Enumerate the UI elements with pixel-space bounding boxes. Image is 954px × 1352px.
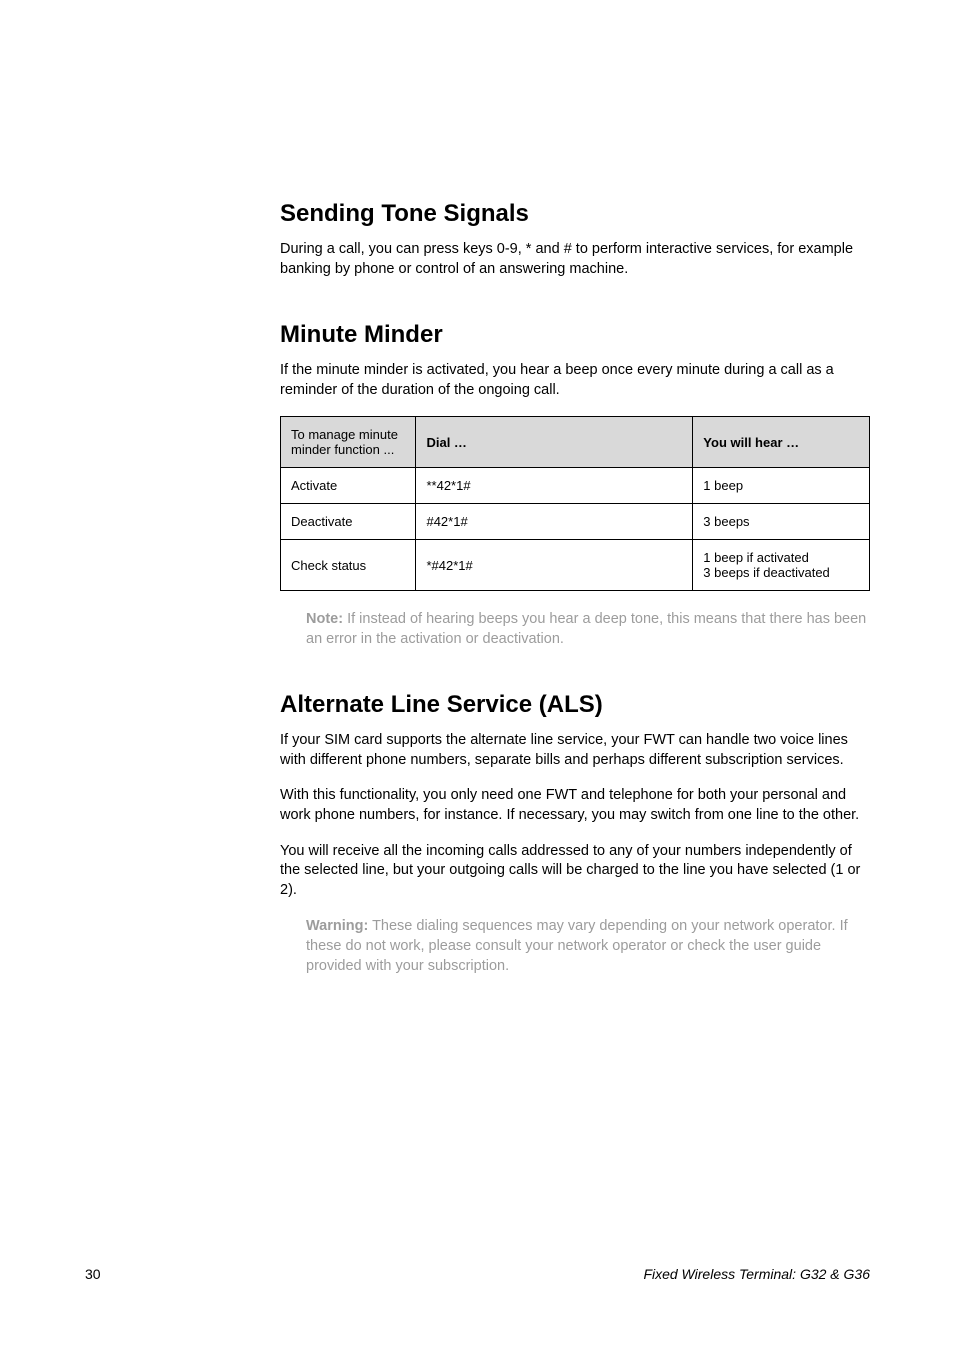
footer-title: Fixed Wireless Terminal: G32 & G36	[643, 1266, 870, 1282]
note-label: Note:	[306, 611, 343, 627]
cell-check-status-dial: *#42*1#	[416, 540, 693, 591]
footer: 30 Fixed Wireless Terminal: G32 & G36	[85, 1266, 870, 1282]
warning-label: Warning:	[306, 918, 368, 934]
cell-deactivate-dial: #42*1#	[416, 504, 693, 540]
cell-activate-hear: 1 beep	[693, 468, 870, 504]
heading-sending-tone-signals: Sending Tone Signals	[280, 200, 870, 228]
table-row: Deactivate #42*1# 3 beeps	[281, 504, 870, 540]
para-als-3: You will receive all the incoming calls …	[280, 842, 870, 901]
table-header-col1: To manage minute minder function ...	[281, 417, 416, 468]
table-row: Check status *#42*1# 1 beep if activated…	[281, 540, 870, 591]
para-sending-tone-signals: During a call, you can press keys 0-9, *…	[280, 240, 870, 279]
cell-activate-label: Activate	[281, 468, 416, 504]
warning-als: Warning: These dialing sequences may var…	[306, 916, 870, 976]
para-als-2: With this functionality, you only need o…	[280, 786, 870, 825]
heading-minute-minder: Minute Minder	[280, 321, 870, 349]
cell-activate-dial: **42*1#	[416, 468, 693, 504]
para-minute-minder: If the minute minder is activated, you h…	[280, 361, 870, 400]
note-minute-minder: Note: If instead of hearing beeps you he…	[306, 609, 870, 649]
cell-deactivate-label: Deactivate	[281, 504, 416, 540]
table-header-col3: You will hear …	[693, 417, 870, 468]
cell-deactivate-hear: 3 beeps	[693, 504, 870, 540]
heading-als: Alternate Line Service (ALS)	[280, 691, 870, 719]
table-minute-minder: To manage minute minder function ... Dia…	[280, 416, 870, 591]
table-header-col2: Dial …	[416, 417, 693, 468]
warning-text: These dialing sequences may vary dependi…	[306, 918, 848, 974]
cell-check-status-label: Check status	[281, 540, 416, 591]
cell-check-status-hear: 1 beep if activated 3 beeps if deactivat…	[693, 540, 870, 591]
table-row: Activate **42*1# 1 beep	[281, 468, 870, 504]
page-number: 30	[85, 1266, 101, 1282]
note-text: If instead of hearing beeps you hear a d…	[306, 611, 866, 647]
para-als-1: If your SIM card supports the alternate …	[280, 731, 870, 770]
